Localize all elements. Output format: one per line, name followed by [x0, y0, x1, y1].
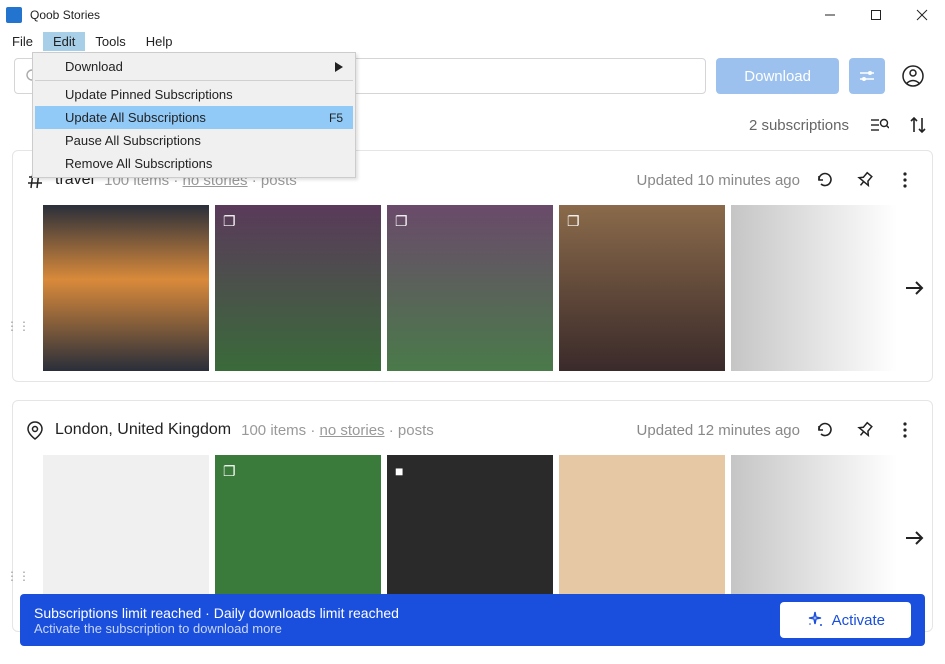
limit-banner: Subscriptions limit reached · Daily down…: [20, 594, 925, 646]
user-icon: [902, 65, 924, 87]
minimize-button[interactable]: [807, 0, 853, 30]
no-stories-link[interactable]: no stories: [320, 422, 385, 439]
carousel-icon: ❐: [223, 463, 236, 480]
menu-update-all-label: Update All Subscriptions: [65, 110, 206, 125]
submenu-arrow-icon: [335, 62, 343, 72]
thumbnails-row: ❐ ❐ ❐: [13, 205, 932, 371]
activate-label: Activate: [832, 612, 885, 629]
carousel-icon: ❐: [567, 213, 580, 230]
thumbnail[interactable]: [43, 205, 209, 371]
edit-dropdown: Download Update Pinned Subscriptions Upd…: [32, 52, 356, 178]
sparkle-icon: [806, 611, 824, 629]
refresh-icon: [816, 421, 834, 439]
menu-download[interactable]: Download: [35, 55, 353, 78]
feed-title[interactable]: London, United Kingdom: [55, 421, 231, 439]
maximize-button[interactable]: [853, 0, 899, 30]
menu-update-pinned[interactable]: Update Pinned Subscriptions: [35, 83, 353, 106]
thumbnail[interactable]: ❐: [387, 205, 553, 371]
more-button[interactable]: [890, 415, 920, 445]
feed-header: London, United Kingdom 100 items · no st…: [13, 401, 932, 455]
thumbnail[interactable]: [731, 205, 897, 371]
pin-icon: [856, 421, 874, 439]
more-vertical-icon: [903, 171, 907, 189]
feed-card: ⋮⋮ travel 100 items · no stories · posts…: [12, 150, 933, 382]
menu-update-all[interactable]: Update All Subscriptions F5: [35, 106, 353, 129]
sort-button[interactable]: [909, 115, 927, 135]
scroll-right-button[interactable]: [903, 273, 925, 303]
app-icon: [6, 7, 22, 23]
subscriptions-count: 2 subscriptions: [749, 117, 849, 134]
banner-title: Subscriptions limit reached · Daily down…: [34, 605, 399, 621]
download-button-label: Download: [744, 68, 811, 85]
pin-button[interactable]: [850, 415, 880, 445]
menu-separator: [35, 80, 353, 81]
preferences-button[interactable]: [849, 58, 885, 94]
location-icon: [25, 420, 45, 440]
menu-file[interactable]: File: [2, 32, 43, 51]
menu-edit[interactable]: Edit: [43, 32, 85, 51]
pin-button[interactable]: [850, 165, 880, 195]
menu-update-all-shortcut: F5: [329, 111, 343, 125]
download-button[interactable]: Download: [716, 58, 839, 94]
menu-remove-all-label: Remove All Subscriptions: [65, 156, 212, 171]
menu-update-pinned-label: Update Pinned Subscriptions: [65, 87, 233, 102]
titlebar: Qoob Stories: [0, 0, 945, 30]
refresh-icon: [816, 171, 834, 189]
search-subscriptions-button[interactable]: [869, 115, 889, 135]
scroll-right-button[interactable]: [903, 523, 925, 553]
menu-tools[interactable]: Tools: [85, 32, 135, 51]
sort-icon: [909, 115, 927, 135]
feed-updated: Updated 12 minutes ago: [637, 422, 800, 439]
arrow-right-icon: [903, 527, 925, 549]
arrow-right-icon: [903, 277, 925, 299]
menu-help[interactable]: Help: [136, 32, 183, 51]
pin-icon: [856, 171, 874, 189]
menu-remove-all[interactable]: Remove All Subscriptions: [35, 152, 353, 175]
refresh-button[interactable]: [810, 415, 840, 445]
carousel-icon: ❐: [223, 213, 236, 230]
banner-subtitle: Activate the subscription to download mo…: [34, 621, 399, 636]
thumbnail[interactable]: ❐: [559, 205, 725, 371]
close-button[interactable]: [899, 0, 945, 30]
menu-pause-all-label: Pause All Subscriptions: [65, 133, 201, 148]
carousel-icon: ❐: [395, 213, 408, 230]
menu-pause-all[interactable]: Pause All Subscriptions: [35, 129, 353, 152]
window-title: Qoob Stories: [30, 8, 100, 22]
menubar: File Edit Tools Help: [0, 30, 945, 52]
activate-button[interactable]: Activate: [780, 602, 911, 638]
feed-meta: 100 items · no stories · posts: [241, 422, 434, 439]
account-button[interactable]: [895, 58, 931, 94]
video-icon: ■: [395, 463, 403, 479]
refresh-button[interactable]: [810, 165, 840, 195]
menu-download-label: Download: [65, 59, 123, 74]
sliders-icon: [858, 67, 876, 85]
feed-updated: Updated 10 minutes ago: [637, 172, 800, 189]
more-button[interactable]: [890, 165, 920, 195]
thumbnail[interactable]: ❐: [215, 205, 381, 371]
more-vertical-icon: [903, 421, 907, 439]
search-list-icon: [869, 115, 889, 135]
